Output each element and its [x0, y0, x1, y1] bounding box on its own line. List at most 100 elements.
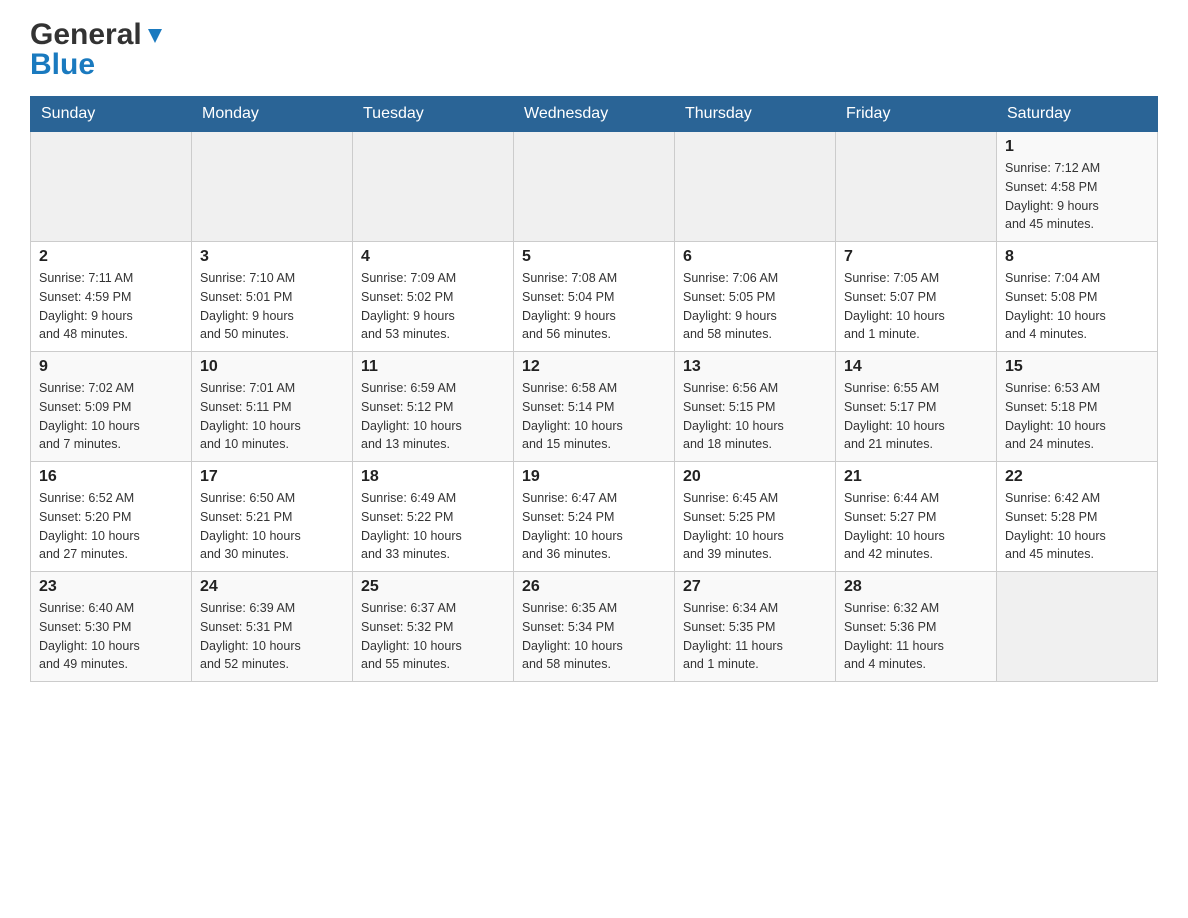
day-info: Sunrise: 6:42 AM Sunset: 5:28 PM Dayligh…: [1005, 489, 1149, 564]
calendar-cell: [997, 572, 1158, 682]
day-info: Sunrise: 7:02 AM Sunset: 5:09 PM Dayligh…: [39, 379, 183, 454]
logo: General Blue: [30, 20, 166, 80]
calendar-cell: 27 Sunrise: 6:34 AM Sunset: 5:35 PM Dayli…: [675, 572, 836, 682]
day-number: 9: [39, 358, 183, 376]
calendar-cell: 24 Sunrise: 6:39 AM Sunset: 5:31 PM Dayli…: [192, 572, 353, 682]
calendar-cell: 1 Sunrise: 7:12 AM Sunset: 4:58 PM Daylig…: [997, 132, 1158, 242]
logo-general: General: [30, 20, 142, 50]
calendar-week-row: 1 Sunrise: 7:12 AM Sunset: 4:58 PM Daylig…: [31, 132, 1158, 242]
calendar-cell: [192, 132, 353, 242]
calendar-cell: [353, 132, 514, 242]
day-info: Sunrise: 6:40 AM Sunset: 5:30 PM Dayligh…: [39, 599, 183, 674]
day-info: Sunrise: 7:11 AM Sunset: 4:59 PM Dayligh…: [39, 269, 183, 344]
calendar-cell: 3 Sunrise: 7:10 AM Sunset: 5:01 PM Daylig…: [192, 242, 353, 352]
calendar-cell: 4Sunrise: 7:09 AM Sunset: 5:02 PM Daylig…: [353, 242, 514, 352]
day-info: Sunrise: 6:55 AM Sunset: 5:17 PM Dayligh…: [844, 379, 988, 454]
calendar-week-row: 16 Sunrise: 6:52 AM Sunset: 5:20 PM Dayli…: [31, 462, 1158, 572]
calendar-cell: 2 Sunrise: 7:11 AM Sunset: 4:59 PM Daylig…: [31, 242, 192, 352]
calendar-table: SundayMondayTuesdayWednesdayThursdayFrid…: [30, 96, 1158, 682]
column-header-thursday: Thursday: [675, 97, 836, 132]
day-info: Sunrise: 6:58 AM Sunset: 5:14 PM Dayligh…: [522, 379, 666, 454]
day-info: Sunrise: 6:47 AM Sunset: 5:24 PM Dayligh…: [522, 489, 666, 564]
day-number: 16: [39, 468, 183, 486]
day-number: 7: [844, 248, 988, 266]
calendar-week-row: 9 Sunrise: 7:02 AM Sunset: 5:09 PM Daylig…: [31, 352, 1158, 462]
day-info: Sunrise: 6:53 AM Sunset: 5:18 PM Dayligh…: [1005, 379, 1149, 454]
day-info: Sunrise: 7:10 AM Sunset: 5:01 PM Dayligh…: [200, 269, 344, 344]
calendar-cell: [514, 132, 675, 242]
day-number: 13: [683, 358, 827, 376]
day-number: 11: [361, 358, 505, 376]
calendar-cell: 8 Sunrise: 7:04 AM Sunset: 5:08 PM Daylig…: [997, 242, 1158, 352]
day-info: Sunrise: 6:34 AM Sunset: 5:35 PM Dayligh…: [683, 599, 827, 674]
day-info: Sunrise: 6:32 AM Sunset: 5:36 PM Dayligh…: [844, 599, 988, 674]
calendar-cell: 5Sunrise: 7:08 AM Sunset: 5:04 PM Daylig…: [514, 242, 675, 352]
day-info: Sunrise: 6:39 AM Sunset: 5:31 PM Dayligh…: [200, 599, 344, 674]
day-number: 27: [683, 578, 827, 596]
day-number: 10: [200, 358, 344, 376]
day-number: 24: [200, 578, 344, 596]
day-number: 15: [1005, 358, 1149, 376]
column-header-wednesday: Wednesday: [514, 97, 675, 132]
calendar-cell: 21Sunrise: 6:44 AM Sunset: 5:27 PM Dayli…: [836, 462, 997, 572]
day-number: 1: [1005, 138, 1149, 156]
calendar-cell: 9 Sunrise: 7:02 AM Sunset: 5:09 PM Daylig…: [31, 352, 192, 462]
day-number: 17: [200, 468, 344, 486]
calendar-cell: 20Sunrise: 6:45 AM Sunset: 5:25 PM Dayli…: [675, 462, 836, 572]
logo-blue: Blue: [30, 50, 95, 80]
calendar-cell: 15 Sunrise: 6:53 AM Sunset: 5:18 PM Dayli…: [997, 352, 1158, 462]
calendar-cell: 23 Sunrise: 6:40 AM Sunset: 5:30 PM Dayli…: [31, 572, 192, 682]
column-header-tuesday: Tuesday: [353, 97, 514, 132]
column-header-saturday: Saturday: [997, 97, 1158, 132]
page-header: General Blue: [30, 20, 1158, 80]
calendar-cell: [31, 132, 192, 242]
day-info: Sunrise: 6:50 AM Sunset: 5:21 PM Dayligh…: [200, 489, 344, 564]
calendar-cell: 17 Sunrise: 6:50 AM Sunset: 5:21 PM Dayli…: [192, 462, 353, 572]
day-number: 20: [683, 468, 827, 486]
calendar-week-row: 23 Sunrise: 6:40 AM Sunset: 5:30 PM Dayli…: [31, 572, 1158, 682]
column-header-sunday: Sunday: [31, 97, 192, 132]
column-header-monday: Monday: [192, 97, 353, 132]
calendar-cell: [836, 132, 997, 242]
day-number: 14: [844, 358, 988, 376]
day-number: 2: [39, 248, 183, 266]
day-number: 8: [1005, 248, 1149, 266]
calendar-cell: 11Sunrise: 6:59 AM Sunset: 5:12 PM Dayli…: [353, 352, 514, 462]
day-info: Sunrise: 7:05 AM Sunset: 5:07 PM Dayligh…: [844, 269, 988, 344]
day-info: Sunrise: 6:56 AM Sunset: 5:15 PM Dayligh…: [683, 379, 827, 454]
calendar-cell: 14 Sunrise: 6:55 AM Sunset: 5:17 PM Dayli…: [836, 352, 997, 462]
calendar-cell: 13 Sunrise: 6:56 AM Sunset: 5:15 PM Dayli…: [675, 352, 836, 462]
day-number: 28: [844, 578, 988, 596]
calendar-cell: 18 Sunrise: 6:49 AM Sunset: 5:22 PM Dayli…: [353, 462, 514, 572]
day-info: Sunrise: 6:52 AM Sunset: 5:20 PM Dayligh…: [39, 489, 183, 564]
day-number: 25: [361, 578, 505, 596]
day-number: 26: [522, 578, 666, 596]
day-number: 22: [1005, 468, 1149, 486]
day-info: Sunrise: 7:12 AM Sunset: 4:58 PM Dayligh…: [1005, 159, 1149, 234]
day-info: Sunrise: 7:04 AM Sunset: 5:08 PM Dayligh…: [1005, 269, 1149, 344]
day-info: Sunrise: 6:35 AM Sunset: 5:34 PM Dayligh…: [522, 599, 666, 674]
calendar-cell: 22 Sunrise: 6:42 AM Sunset: 5:28 PM Dayli…: [997, 462, 1158, 572]
day-number: 3: [200, 248, 344, 266]
day-info: Sunrise: 6:49 AM Sunset: 5:22 PM Dayligh…: [361, 489, 505, 564]
day-info: Sunrise: 7:06 AM Sunset: 5:05 PM Dayligh…: [683, 269, 827, 344]
calendar-cell: 25Sunrise: 6:37 AM Sunset: 5:32 PM Dayli…: [353, 572, 514, 682]
logo-arrow-icon: [144, 25, 166, 47]
day-number: 6: [683, 248, 827, 266]
day-info: Sunrise: 7:09 AM Sunset: 5:02 PM Dayligh…: [361, 269, 505, 344]
calendar-cell: 28 Sunrise: 6:32 AM Sunset: 5:36 PM Dayli…: [836, 572, 997, 682]
day-number: 18: [361, 468, 505, 486]
calendar-cell: 6 Sunrise: 7:06 AM Sunset: 5:05 PM Daylig…: [675, 242, 836, 352]
day-number: 21: [844, 468, 988, 486]
calendar-cell: 26 Sunrise: 6:35 AM Sunset: 5:34 PM Dayli…: [514, 572, 675, 682]
calendar-cell: 19 Sunrise: 6:47 AM Sunset: 5:24 PM Dayli…: [514, 462, 675, 572]
calendar-cell: [675, 132, 836, 242]
calendar-cell: 7 Sunrise: 7:05 AM Sunset: 5:07 PM Daylig…: [836, 242, 997, 352]
day-number: 19: [522, 468, 666, 486]
day-info: Sunrise: 7:08 AM Sunset: 5:04 PM Dayligh…: [522, 269, 666, 344]
calendar-cell: 12 Sunrise: 6:58 AM Sunset: 5:14 PM Dayli…: [514, 352, 675, 462]
day-number: 23: [39, 578, 183, 596]
day-number: 12: [522, 358, 666, 376]
calendar-header-row: SundayMondayTuesdayWednesdayThursdayFrid…: [31, 97, 1158, 132]
calendar-cell: 10Sunrise: 7:01 AM Sunset: 5:11 PM Dayli…: [192, 352, 353, 462]
